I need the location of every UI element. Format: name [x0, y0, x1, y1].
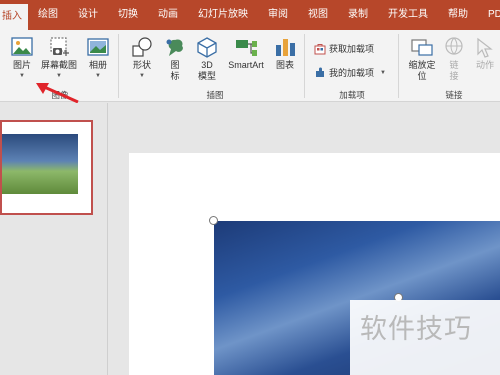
3d-models-button[interactable]: 3D 模型: [194, 36, 220, 82]
tab-view[interactable]: 视图: [298, 0, 338, 30]
tab-insert[interactable]: 插入: [0, 4, 28, 30]
group-divider: [398, 34, 399, 98]
cube-icon: [197, 37, 217, 58]
tab-pdf[interactable]: PDF: [478, 0, 500, 30]
tab-record[interactable]: 录制: [338, 0, 378, 30]
smartart-icon: [236, 40, 257, 56]
tab-draw[interactable]: 绘图: [28, 0, 68, 30]
slide-thumbnails-panel: [0, 103, 108, 375]
addins-group-label: 加载项: [339, 90, 365, 100]
action-icon: [477, 37, 493, 58]
tab-developer[interactable]: 开发工具: [378, 0, 438, 30]
link-icon: [445, 37, 463, 55]
tab-animations[interactable]: 动画: [148, 0, 188, 30]
shapes-icon: [132, 37, 152, 57]
illustrations-group-label: 插图: [206, 90, 224, 100]
smartart-button[interactable]: SmartArt: [224, 36, 268, 71]
zoom-label-line2: 位: [417, 71, 427, 81]
photo-album-label: 相册: [88, 60, 107, 70]
chevron-down-icon: ▼: [139, 73, 145, 79]
screenshot-button[interactable]: 屏幕截图 ▼: [38, 36, 80, 82]
photo-album-button[interactable]: 相册 ▼: [84, 36, 112, 82]
watermark: 软件技巧: [350, 300, 500, 375]
icons-button[interactable]: 图 标: [162, 36, 188, 82]
3d-models-label-line1: 3D: [201, 60, 213, 70]
addins-icon: [316, 67, 324, 77]
link-label-line2: 接: [449, 71, 459, 81]
photo-album-icon: [87, 38, 109, 56]
zoom-icon: [411, 39, 433, 56]
chart-label: 图表: [275, 60, 294, 70]
my-addins-button[interactable]: 我的加载项 ▼: [314, 66, 386, 79]
action-button[interactable]: 动作: [472, 36, 498, 71]
ribbon-tab-bar: 插入 绘图 设计 切换 动画 幻灯片放映 审阅 视图 录制 开发工具 帮助 PD…: [0, 0, 500, 30]
shapes-button[interactable]: 形状 ▼: [128, 36, 156, 82]
chart-button[interactable]: 图表: [272, 36, 298, 71]
tab-transitions[interactable]: 切换: [108, 0, 148, 30]
smartart-label: SmartArt: [228, 60, 264, 70]
picture-icon: [11, 37, 33, 56]
link-label-line1: 链: [449, 60, 459, 70]
icons-icon: [166, 39, 183, 56]
picture-button[interactable]: 图片 ▼: [8, 36, 36, 82]
group-divider: [304, 34, 305, 98]
chart-icon: [276, 39, 295, 56]
screenshot-label: 屏幕截图: [40, 60, 77, 70]
my-addins-label: 我的加载项: [329, 68, 375, 78]
icons-label-line2: 标: [170, 71, 180, 81]
chevron-down-icon: ▼: [19, 73, 25, 79]
group-divider: [118, 34, 119, 98]
tab-review[interactable]: 审阅: [258, 0, 298, 30]
chevron-down-icon: ▼: [380, 69, 386, 76]
tab-help[interactable]: 帮助: [438, 0, 478, 30]
chevron-down-icon: ▼: [95, 73, 101, 79]
tab-design[interactable]: 设计: [68, 0, 108, 30]
link-button[interactable]: 链 接: [442, 36, 466, 82]
zoom-label-line1: 缩放定: [408, 60, 436, 70]
thumbnail-picture: [2, 134, 78, 194]
shapes-label: 形状: [132, 60, 151, 70]
zoom-button[interactable]: 缩放定 位: [404, 36, 440, 82]
screenshot-icon: [50, 37, 69, 56]
action-label: 动作: [475, 60, 494, 70]
resize-handle[interactable]: [209, 216, 218, 225]
3d-models-label-line2: 模型: [197, 71, 216, 81]
picture-label: 图片: [12, 60, 31, 70]
get-addins-label: 获取加载项: [329, 44, 375, 54]
icons-label-line1: 图: [170, 60, 180, 70]
links-group-label: 链接: [445, 90, 463, 100]
get-addins-button[interactable]: 获取加载项: [314, 42, 374, 55]
tab-slideshow[interactable]: 幻灯片放映: [188, 0, 258, 30]
store-icon: [314, 43, 326, 54]
slide-thumbnail[interactable]: [0, 120, 93, 215]
